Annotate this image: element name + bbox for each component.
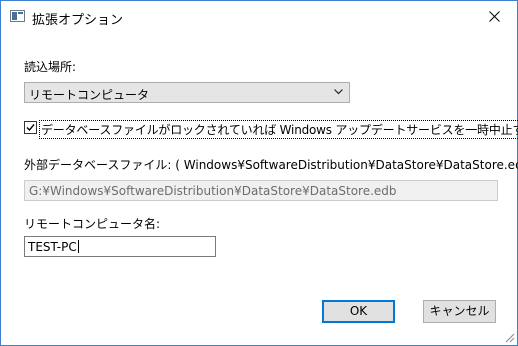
- location-label: 読込場所:: [24, 60, 77, 74]
- close-icon: [488, 11, 500, 22]
- ok-button[interactable]: OK: [322, 300, 395, 323]
- skip-locked-label[interactable]: データベースファイルがロックされていれば Windows アップデートサービスを…: [39, 120, 518, 139]
- remote-name-label: リモートコンピュータ名:: [24, 217, 161, 231]
- location-selected-value: リモートコンピュータ: [29, 88, 150, 102]
- external-db-label: 外部データベースファイル: ( Windows¥SoftwareDistribu…: [24, 158, 518, 172]
- extended-options-dialog: 拡張オプション 読込場所: リモートコンピュータ データベースファイルがロックさ…: [0, 0, 518, 346]
- remote-name-input[interactable]: TEST-PC: [24, 236, 216, 257]
- chevron-down-icon: [334, 89, 343, 95]
- close-button[interactable]: [471, 1, 517, 32]
- location-select[interactable]: リモートコンピュータ: [24, 82, 350, 103]
- skip-locked-checkbox[interactable]: [24, 121, 37, 134]
- dialog-title: 拡張オプション: [32, 13, 124, 28]
- checkmark-icon: [26, 124, 35, 132]
- remote-name-value: TEST-PC: [28, 240, 77, 254]
- text-caret: [77, 240, 79, 253]
- resize-grip-icon[interactable]: [504, 332, 515, 343]
- title-bar: 拡張オプション: [1, 1, 517, 32]
- cancel-button[interactable]: キャンセル: [423, 300, 496, 323]
- external-db-path-field[interactable]: G:¥Windows¥SoftwareDistribution¥DataStor…: [24, 180, 498, 201]
- external-db-path-value: G:¥Windows¥SoftwareDistribution¥DataStor…: [29, 184, 397, 198]
- app-icon: [10, 10, 25, 22]
